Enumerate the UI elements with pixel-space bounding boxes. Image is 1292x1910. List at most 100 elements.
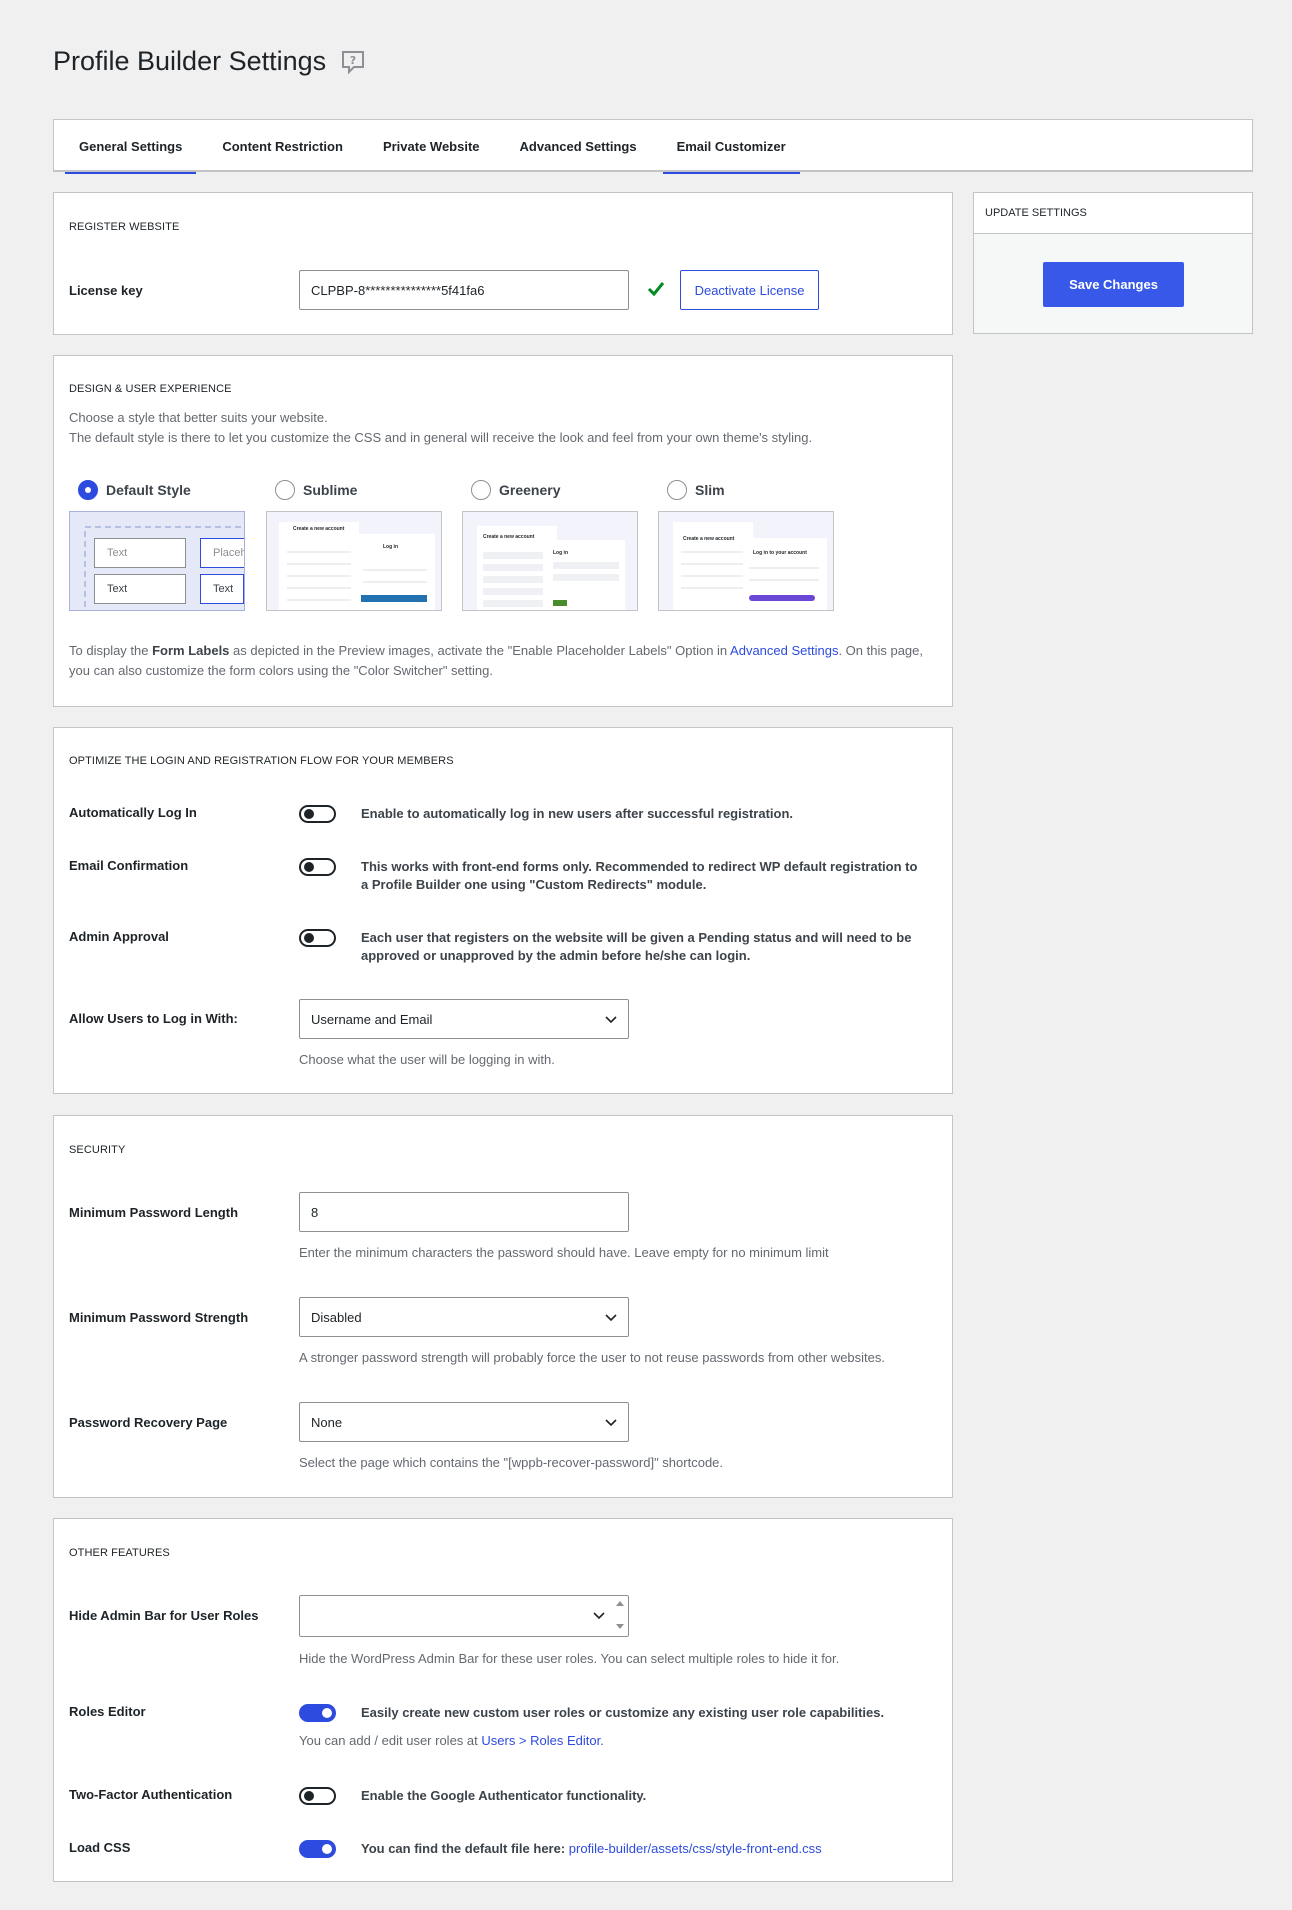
two-factor-desc: Enable the Google Authenticator function… (361, 1788, 647, 1803)
greenery-heading: Create a new account (483, 534, 535, 540)
hide-admin-bar-select[interactable] (299, 1595, 629, 1637)
tab-general-settings[interactable]: General Settings (65, 120, 197, 174)
tab-private-website[interactable]: Private Website (369, 120, 494, 172)
tab-content-restriction[interactable]: Content Restriction (208, 120, 357, 172)
load-css-desc-text: You can find the default file here: (361, 1841, 569, 1856)
email-confirmation-toggle[interactable] (299, 858, 336, 876)
chevron-down-icon (605, 1419, 617, 1427)
update-settings-body: Save Changes (974, 234, 1252, 333)
deactivate-license-button[interactable]: Deactivate License (680, 270, 819, 310)
roles-editor-label: Roles Editor (69, 1704, 146, 1719)
design-note-mid: as depicted in the Preview images, activ… (229, 643, 731, 658)
update-settings-panel: UPDATE SETTINGS Save Changes (973, 192, 1253, 334)
style-preview-greenery[interactable]: Create a new account Log in (462, 511, 638, 611)
auto-login-toggle[interactable] (299, 805, 336, 823)
style-radio-slim[interactable] (667, 480, 687, 500)
admin-approval-toggle[interactable] (299, 929, 336, 947)
load-css-desc: You can find the default file here: prof… (361, 1840, 921, 1858)
toggle-knob (322, 1708, 332, 1718)
tab-email-customizer[interactable]: Email Customizer (662, 120, 800, 174)
auto-login-desc: Enable to automatically log in new users… (361, 806, 794, 821)
advanced-settings-link[interactable]: Advanced Settings (730, 643, 838, 658)
min-password-strength-select[interactable]: Disabled (299, 1297, 629, 1337)
other-features-title: OTHER FEATURES (69, 1547, 170, 1559)
chevron-down-icon (605, 1314, 617, 1322)
two-factor-label: Two-Factor Authentication (69, 1787, 233, 1802)
sublime-login: Log in (383, 544, 398, 550)
license-key-input[interactable] (299, 270, 629, 310)
chevron-down-icon (593, 1612, 605, 1620)
style-radio-default[interactable] (78, 480, 98, 500)
design-ux-title: DESIGN & USER EXPERIENCE (69, 383, 232, 395)
style-option-sublime[interactable]: Sublime Create a new account Log in (266, 480, 442, 611)
preview-field-4: Text (200, 574, 244, 604)
roles-editor-toggle[interactable] (299, 1704, 336, 1722)
password-recovery-select[interactable]: None (299, 1402, 629, 1442)
style-label-greenery: Greenery (499, 482, 561, 498)
preview-field-1: Text (94, 538, 186, 568)
page-title: Profile Builder Settings ? (53, 46, 366, 77)
checkmark-icon (647, 280, 665, 298)
admin-approval-label: Admin Approval (69, 929, 169, 944)
roles-editor-link[interactable]: Users > Roles Editor. (481, 1733, 603, 1748)
security-title: SECURITY (69, 1144, 126, 1156)
save-changes-button[interactable]: Save Changes (1043, 262, 1184, 307)
roles-editor-hint: You can add / edit user roles at Users >… (299, 1733, 604, 1748)
style-preview-sublime[interactable]: Create a new account Log in (266, 511, 442, 611)
min-password-strength-hint: A stronger password strength will probab… (299, 1350, 886, 1365)
toggle-knob (304, 862, 314, 872)
min-password-length-input[interactable] (299, 1192, 629, 1232)
style-option-default[interactable]: Default Style Text Placeh Text Text (69, 480, 245, 611)
slim-heading: Create a new account (683, 536, 735, 542)
design-intro-line-1: Choose a style that better suits your we… (69, 410, 328, 425)
scroll-arrows-icon[interactable] (615, 1598, 625, 1632)
update-settings-title: UPDATE SETTINGS (974, 193, 1252, 234)
roles-editor-desc: Easily create new custom user roles or c… (361, 1705, 885, 1720)
toggle-knob (304, 933, 314, 943)
style-preview-slim[interactable]: Create a new account Log in to your acco… (658, 511, 834, 611)
design-intro-line-2: The default style is there to let you cu… (69, 430, 813, 445)
admin-approval-desc: Each user that registers on the website … (361, 930, 912, 963)
min-password-strength-value: Disabled (311, 1309, 362, 1325)
toggle-knob (322, 1844, 332, 1854)
two-factor-toggle[interactable] (299, 1787, 336, 1805)
register-website-panel: REGISTER WEBSITE License key Deactivate … (53, 192, 953, 335)
design-note-pre: To display the (69, 643, 153, 658)
page-title-text: Profile Builder Settings (53, 46, 327, 76)
password-recovery-value: None (311, 1414, 343, 1430)
greenery-login: Log in (553, 550, 568, 556)
design-note: To display the Form Labels as depicted i… (69, 641, 939, 681)
register-website-title: REGISTER WEBSITE (69, 221, 180, 233)
style-label-default: Default Style (106, 482, 191, 498)
security-panel: SECURITY Minimum Password Length Enter t… (53, 1115, 953, 1498)
svg-text:?: ? (350, 54, 356, 67)
login-with-hint: Choose what the user will be logging in … (299, 1052, 555, 1067)
tab-advanced-settings[interactable]: Advanced Settings (506, 120, 651, 172)
load-css-toggle[interactable] (299, 1840, 336, 1858)
style-preview-default[interactable]: Text Placeh Text Text (69, 511, 245, 611)
style-radio-greenery[interactable] (471, 480, 491, 500)
style-option-slim[interactable]: Slim Create a new account Log in to your… (658, 480, 834, 611)
optimize-flow-panel: OPTIMIZE THE LOGIN AND REGISTRATION FLOW… (53, 727, 953, 1094)
style-radio-sublime[interactable] (275, 480, 295, 500)
password-recovery-label: Password Recovery Page (69, 1415, 228, 1430)
login-with-select[interactable]: Username and Email (299, 999, 629, 1039)
chevron-down-icon (605, 1016, 617, 1024)
design-ux-panel: DESIGN & USER EXPERIENCE Choose a style … (53, 355, 953, 707)
min-password-strength-label: Minimum Password Strength (69, 1310, 249, 1325)
email-confirmation-label: Email Confirmation (69, 858, 189, 873)
sublime-heading: Create a new account (293, 526, 345, 532)
hide-admin-bar-label: Hide Admin Bar for User Roles (69, 1608, 259, 1623)
design-note-bold: Form Labels (152, 643, 230, 658)
style-label-sublime: Sublime (303, 482, 358, 498)
load-css-file-link[interactable]: profile-builder/assets/css/style-front-e… (569, 1841, 822, 1856)
email-confirmation-desc: This works with front-end forms only. Re… (361, 859, 918, 892)
min-password-length-hint: Enter the minimum characters the passwor… (299, 1245, 829, 1260)
design-intro: Choose a style that better suits your we… (69, 408, 939, 448)
toggle-knob (304, 809, 314, 819)
style-option-greenery[interactable]: Greenery Create a new account Log in (462, 480, 638, 611)
speech-bubble-question-icon[interactable]: ? (340, 49, 366, 75)
load-css-label: Load CSS (69, 1840, 131, 1855)
password-recovery-hint: Select the page which contains the "[wpp… (299, 1455, 724, 1470)
toggle-knob (304, 1791, 314, 1801)
